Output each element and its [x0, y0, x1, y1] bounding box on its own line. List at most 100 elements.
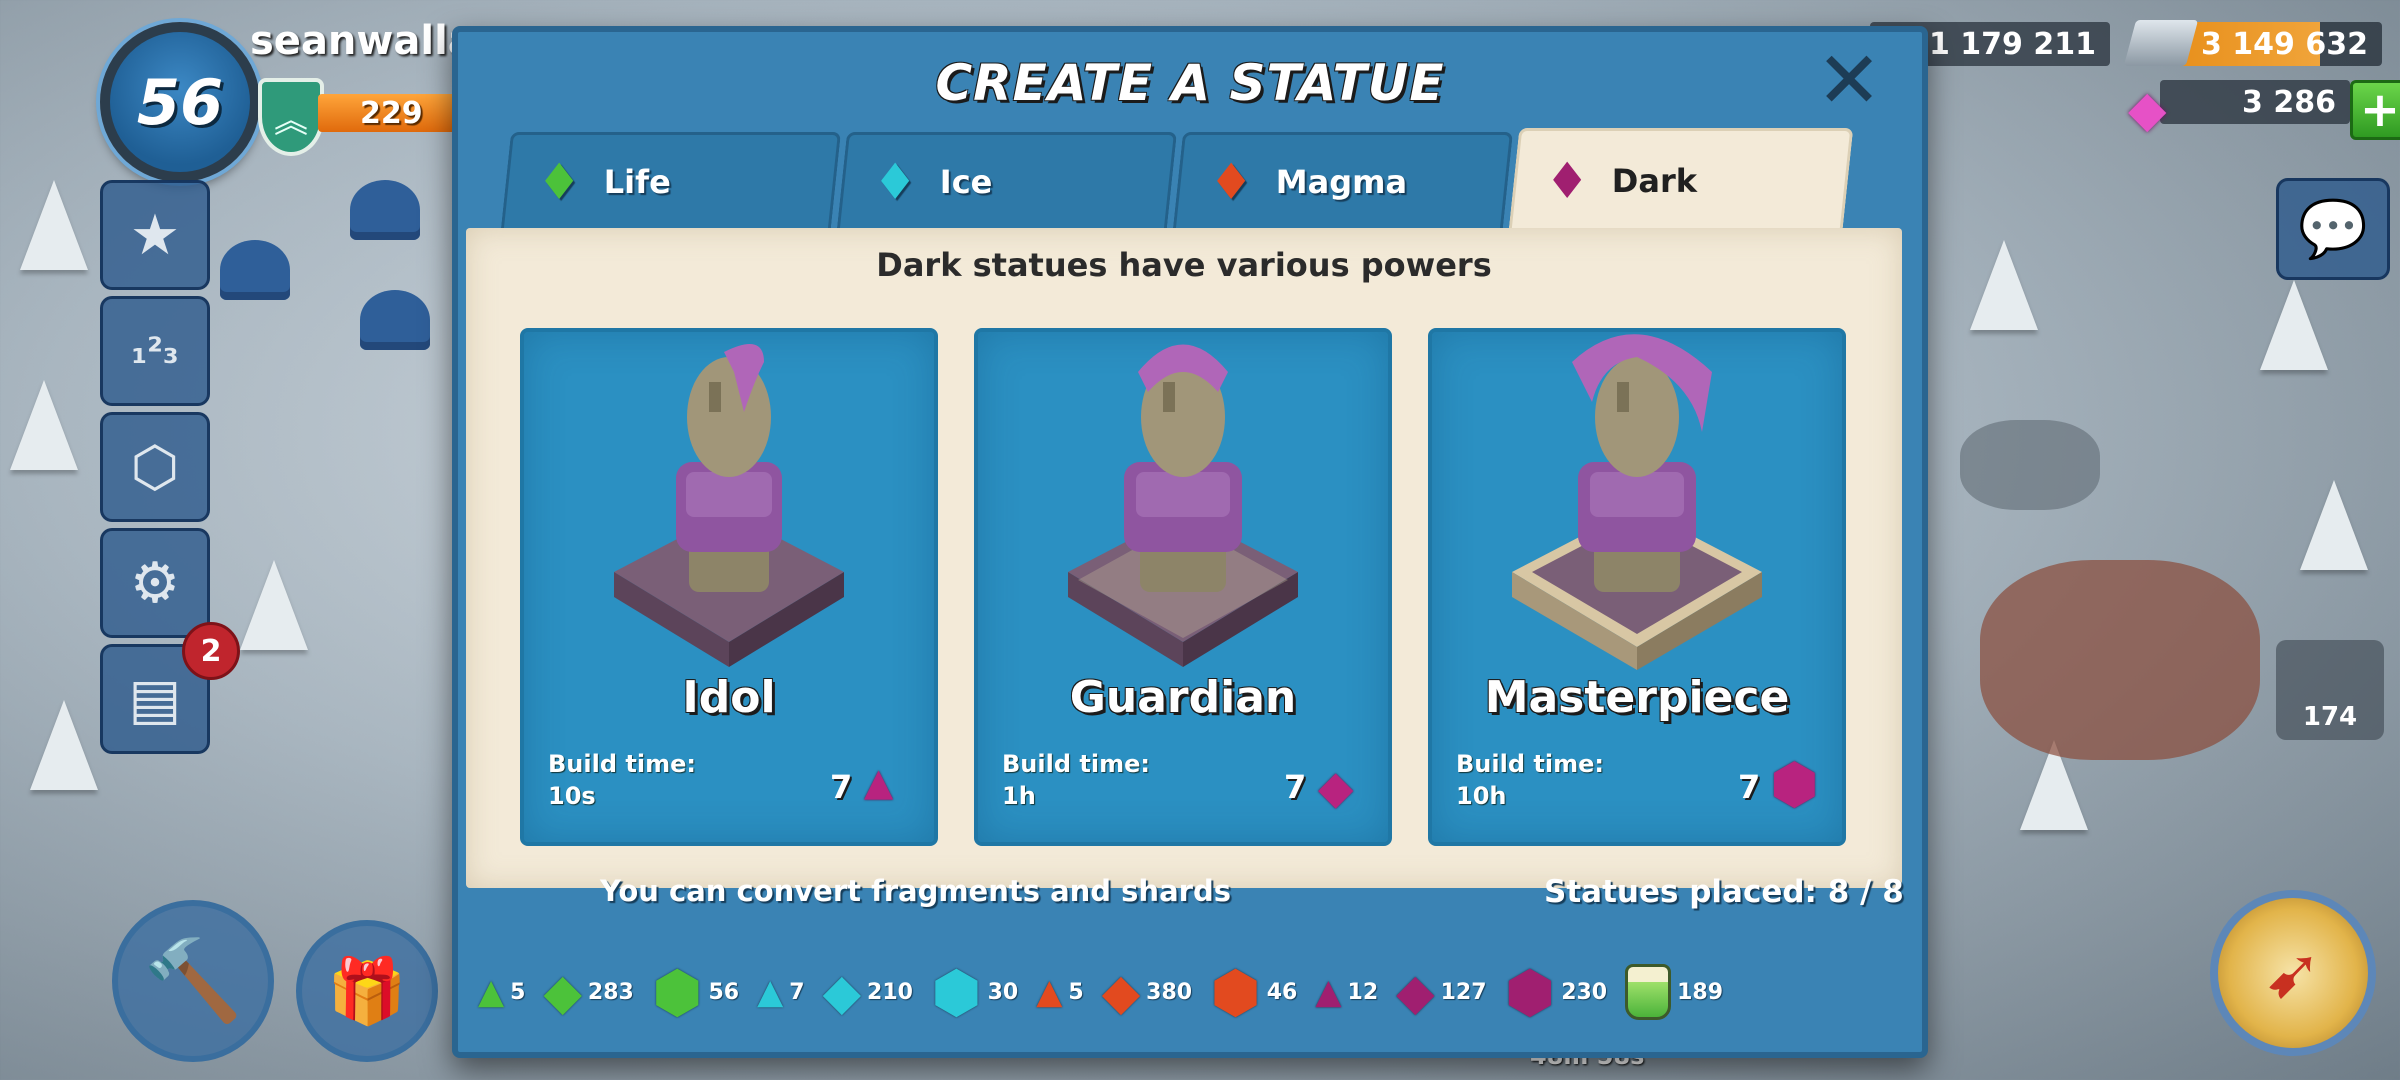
idol-statue-image: [614, 344, 844, 667]
fragment-icon: ▲: [478, 972, 505, 1012]
leaderboard-button[interactable]: ₁²₃: [100, 296, 210, 406]
inventory-count: 7: [789, 979, 805, 1005]
statue-panel: Dark statues have various powers Idol Bu…: [466, 228, 1902, 888]
compass-needle-icon: ➹: [2263, 932, 2323, 1014]
player-name[interactable]: seanwalla: [250, 18, 475, 64]
iron-counter[interactable]: 3 149 632: [2176, 22, 2382, 66]
dark-fragment-icon: ▲: [864, 760, 894, 804]
statue-cost: 7: [830, 768, 853, 806]
rock-decor: [1960, 420, 2100, 510]
hut-decor: [360, 290, 430, 350]
crystal-icon: ⬢: [1504, 958, 1556, 1026]
inventory-count: 283: [587, 979, 634, 1005]
rank-chevron-icon[interactable]: ︽: [258, 78, 324, 156]
task-force-button[interactable]: ⬡: [100, 412, 210, 522]
gems-counter[interactable]: 3 286: [2160, 80, 2350, 124]
close-button[interactable]: ✕: [1816, 42, 1882, 120]
potion-icon: [1625, 964, 1672, 1020]
statue-card-masterpiece[interactable]: Masterpiece Build time: 10h 7 ⬢: [1428, 328, 1846, 846]
tab-label: Ice: [939, 162, 993, 201]
map-compass-button[interactable]: ➹: [2210, 890, 2376, 1056]
inventory-item[interactable]: ⬢ 46: [1210, 963, 1297, 1021]
inventory-item[interactable]: ◆ 380: [1102, 967, 1192, 1017]
inventory-count: 380: [1146, 979, 1193, 1005]
buy-gems-button[interactable]: +: [2350, 80, 2400, 140]
inventory-count: 56: [708, 979, 740, 1005]
inventory-count: 5: [1068, 979, 1084, 1005]
statue-card-guardian[interactable]: Guardian Build time: 1h 7 ◆: [974, 328, 1392, 846]
newspaper-icon: ▤: [128, 666, 182, 732]
stars-icon: ★: [129, 202, 181, 268]
snow-tree-decor: [1970, 240, 2038, 330]
inventory-item[interactable]: ▲ 12: [1315, 975, 1378, 1009]
tab-magma[interactable]: ♦ Magma: [1172, 132, 1514, 228]
ice-gem-icon: ♦: [872, 152, 918, 211]
inventory-count: 210: [867, 979, 913, 1005]
iron-bar-icon: [2123, 20, 2199, 66]
statue-name: Guardian: [1069, 672, 1297, 723]
inventory-item[interactable]: 189: [1625, 964, 1723, 1020]
build-time-value: 10s: [548, 782, 596, 810]
inventory-item[interactable]: ⬢ 30: [931, 963, 1018, 1021]
inventory-item[interactable]: ⬢ 56: [652, 963, 739, 1021]
chat-button[interactable]: 💬: [2276, 178, 2390, 280]
inventory-count: 30: [987, 979, 1019, 1005]
shard-icon: ◆: [1101, 963, 1141, 1021]
snow-tree-decor: [30, 700, 98, 790]
statue-cost: 7: [1738, 768, 1761, 806]
inventory-item[interactable]: ▲ 5: [1036, 975, 1083, 1009]
settings-button[interactable]: ⚙: [100, 528, 210, 638]
build-time-label: Build time:: [1002, 750, 1150, 778]
snow-tree-decor: [240, 560, 308, 650]
convert-hint[interactable]: You can convert fragments and shards: [600, 874, 1231, 908]
inventory-item[interactable]: ◆ 283: [543, 967, 633, 1017]
hut-decor: [350, 180, 420, 240]
fragment-icon: ▲: [1036, 972, 1063, 1012]
fragment-icon: ▲: [1315, 972, 1342, 1012]
tab-life[interactable]: ♦ Life: [500, 132, 842, 228]
tab-label: Dark: [1611, 161, 1697, 200]
statue-card-idol[interactable]: Idol Build time: 10s 7 ▲: [520, 328, 938, 846]
dark-crystal-icon: ⬢: [1770, 752, 1819, 817]
statue-name: Masterpiece: [1484, 672, 1790, 723]
tab-label: Life: [603, 162, 671, 201]
snow-tree-decor: [2260, 280, 2328, 370]
build-button[interactable]: 🔨: [112, 900, 274, 1062]
inventory-row: ▲ 5 ◆ 283 ⬢ 56 ▲ 7 ◆ 210 ⬢ 30 ▲ 5 ◆ 380 ⬢ 46 ▲ 12 ◆ 127 ⬢ 230 18…: [478, 952, 1898, 1032]
inventory-count: 127: [1440, 979, 1487, 1005]
build-time-value: 10h: [1456, 782, 1507, 810]
snow-tree-decor: [10, 380, 78, 470]
dialog-title: CREATE A STATUE: [935, 54, 1445, 112]
shard-icon: ◆: [822, 963, 862, 1021]
treasure-button[interactable]: 🎁: [296, 920, 438, 1062]
achievements-button[interactable]: ★: [100, 180, 210, 290]
shard-icon: ◆: [1396, 963, 1435, 1021]
snow-tree-decor: [2300, 480, 2368, 570]
inventory-item[interactable]: ▲ 7: [757, 975, 804, 1009]
tab-dark[interactable]: ♦ Dark: [1508, 128, 1854, 230]
dark-gem-icon: ♦: [1544, 151, 1590, 210]
hammer-icon: 🔨: [143, 934, 243, 1027]
build-time-label: Build time:: [1456, 750, 1604, 778]
statues-placed-count: Statues placed: 8 / 8: [1544, 874, 1904, 910]
inventory-item[interactable]: ⬢ 230: [1505, 963, 1608, 1021]
hut-decor: [220, 240, 290, 300]
build-time-value: 1h: [1002, 782, 1036, 810]
player-level-badge[interactable]: 56: [100, 22, 260, 182]
inventory-count: 5: [510, 979, 526, 1005]
statue-cost: 7: [1284, 768, 1307, 806]
life-gem-icon: ♦: [536, 152, 582, 211]
tab-ice[interactable]: ♦ Ice: [836, 132, 1178, 228]
inventory-count: 230: [1561, 979, 1608, 1005]
gear-icon: ⚙: [129, 550, 181, 616]
troops-button[interactable]: 174: [2276, 640, 2384, 740]
chat-bubble-icon: 💬: [2298, 197, 2368, 262]
inventory-item[interactable]: ▲ 5: [478, 975, 525, 1009]
crystal-icon: ⬢: [1210, 958, 1261, 1026]
inventory-item[interactable]: ◆ 210: [823, 967, 913, 1017]
inventory-count: 12: [1347, 979, 1379, 1005]
masterpiece-statue-image: [1512, 334, 1762, 670]
inventory-item[interactable]: ◆ 127: [1396, 967, 1486, 1017]
statue-name: Idol: [682, 672, 776, 723]
diamond-icon: ◆: [2128, 80, 2167, 138]
